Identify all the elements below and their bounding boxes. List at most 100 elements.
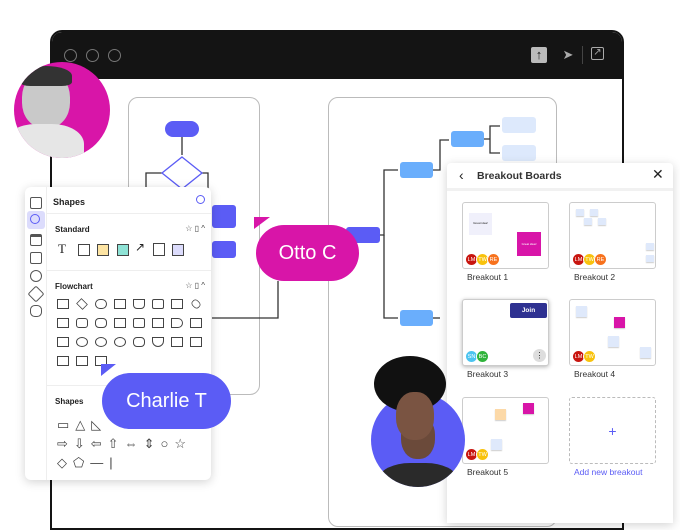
flowchart-shape[interactable] — [190, 298, 202, 310]
add-breakout-link[interactable]: Add new breakout — [574, 467, 643, 477]
flowchart-shape[interactable] — [114, 318, 126, 328]
text-tool-icon[interactable]: T — [58, 241, 66, 257]
flowchart-shape[interactable] — [152, 318, 164, 328]
sticky-note: Great idea! — [469, 213, 492, 235]
branch-node[interactable] — [451, 131, 484, 147]
flowchart-shape[interactable] — [190, 337, 202, 347]
rectangle-shape[interactable] — [78, 244, 90, 256]
section-title: Standard — [55, 225, 90, 234]
flowchart-shape[interactable] — [114, 337, 126, 347]
join-button[interactable]: Join — [510, 303, 547, 318]
sticky-note — [646, 255, 654, 262]
sticky-note — [584, 218, 592, 225]
shapes-icon[interactable] — [27, 211, 45, 229]
flowchart-shape[interactable] — [171, 299, 183, 309]
process-block[interactable] — [212, 241, 236, 258]
puzzle-icon[interactable] — [30, 305, 42, 317]
sticky-note — [608, 336, 619, 347]
start-terminator[interactable] — [165, 121, 199, 137]
flowchart-shape[interactable] — [133, 337, 145, 347]
flowchart-shape[interactable] — [57, 337, 69, 347]
image-icon[interactable] — [30, 252, 42, 264]
breakout-label: Breakout 3 — [467, 369, 509, 379]
collaborator-cursor-otto: Otto C — [256, 225, 359, 281]
flowchart-shape[interactable] — [76, 318, 88, 328]
flowchart-shape[interactable] — [95, 337, 107, 347]
sticky-note — [640, 347, 651, 358]
sticky-note-shape[interactable] — [97, 244, 109, 256]
sticky-note — [646, 243, 654, 250]
sticky-note — [598, 218, 606, 225]
flowchart-shape[interactable] — [114, 299, 126, 309]
flowchart-shape[interactable] — [152, 337, 164, 347]
flowchart-shape[interactable] — [57, 356, 69, 366]
rocket-icon[interactable] — [27, 285, 45, 303]
icon-rail — [25, 187, 47, 480]
sticky-note — [495, 409, 506, 420]
leaf-node[interactable] — [502, 117, 536, 133]
breakout-label: Breakout 2 — [574, 272, 616, 282]
database-icon[interactable] — [30, 270, 42, 282]
panel-title: Breakout Boards — [477, 170, 562, 182]
branch-node[interactable] — [400, 162, 433, 178]
panel-title: Shapes — [53, 197, 86, 207]
branch-node[interactable] — [400, 310, 433, 326]
participant-avatar: BC — [476, 350, 489, 363]
flowchart-shape[interactable] — [76, 298, 88, 310]
more-options-icon[interactable]: ⋮ — [533, 349, 546, 362]
decision-diamond — [160, 156, 204, 190]
sticky-note: Great idea! — [517, 232, 541, 256]
flowchart-shape[interactable] — [171, 318, 183, 328]
section-tools[interactable]: ☆ ▯ ^ — [185, 281, 205, 290]
section-tools[interactable]: ☆ ▯ ^ — [185, 224, 205, 233]
breakout-card[interactable]: Join ⋮ SN BC — [462, 299, 549, 366]
participant-avatar: RE — [594, 253, 607, 266]
sticky-note — [576, 209, 584, 216]
sticky-note — [590, 209, 598, 216]
breakout-card[interactable]: LM TW RE — [569, 202, 656, 269]
layout-icon[interactable] — [30, 197, 42, 209]
flowchart-shape[interactable] — [190, 318, 202, 328]
flowchart-shape[interactable] — [133, 299, 145, 309]
breakout-card[interactable]: LM TW — [569, 299, 656, 366]
flowchart-shape[interactable] — [57, 299, 69, 309]
flowchart-shape[interactable] — [76, 337, 88, 347]
flowchart-shape[interactable] — [152, 299, 164, 309]
cursor-pointer — [101, 364, 116, 376]
breakout-panel: ‹ Breakout Boards ✕ Great idea! Great ide… — [447, 163, 673, 523]
flowchart-shape[interactable] — [133, 318, 145, 328]
section-title: Flowchart — [55, 282, 93, 291]
back-icon[interactable]: ‹ — [459, 167, 464, 183]
avatar — [14, 62, 110, 158]
flowchart-shape[interactable] — [57, 318, 69, 328]
flowchart-shape[interactable] — [76, 356, 88, 366]
sticky-note — [614, 317, 625, 328]
arrow-line-icon[interactable]: ↗ — [135, 240, 145, 254]
sticky-note — [523, 403, 534, 414]
participant-avatar: TW — [476, 448, 489, 461]
action-shape[interactable] — [117, 244, 129, 256]
breakout-label: Breakout 4 — [574, 369, 616, 379]
breakout-card[interactable]: LM TW — [462, 397, 549, 464]
breakout-card[interactable]: Great idea! Great idea! LM TW RE — [462, 202, 549, 269]
breakout-label: Breakout 1 — [467, 272, 509, 282]
avatar-face — [396, 392, 434, 440]
frame-icon[interactable] — [30, 234, 42, 246]
list-shape[interactable] — [153, 243, 165, 256]
leaf-node[interactable] — [502, 145, 536, 161]
flowchart-shape[interactable] — [95, 318, 107, 328]
process-block[interactable] — [212, 205, 236, 228]
search-icon[interactable] — [196, 195, 205, 204]
embed-shape[interactable] — [172, 244, 184, 256]
flowchart-shape[interactable] — [171, 337, 183, 347]
participant-avatar: TW — [583, 350, 596, 363]
cursor-pointer — [254, 217, 270, 229]
shapes-panel: Shapes Standard ☆ ▯ ^ T ↗ Flowchart ☆ ▯ … — [25, 187, 211, 480]
participant-avatar: RE — [487, 253, 500, 266]
collaborator-cursor-charlie: Charlie T — [102, 373, 231, 429]
section-title: Shapes — [55, 397, 84, 406]
flowchart-shape[interactable] — [95, 299, 107, 309]
breakout-label: Breakout 5 — [467, 467, 509, 477]
add-breakout-button[interactable]: + — [569, 397, 656, 464]
close-icon[interactable]: ✕ — [652, 166, 664, 183]
